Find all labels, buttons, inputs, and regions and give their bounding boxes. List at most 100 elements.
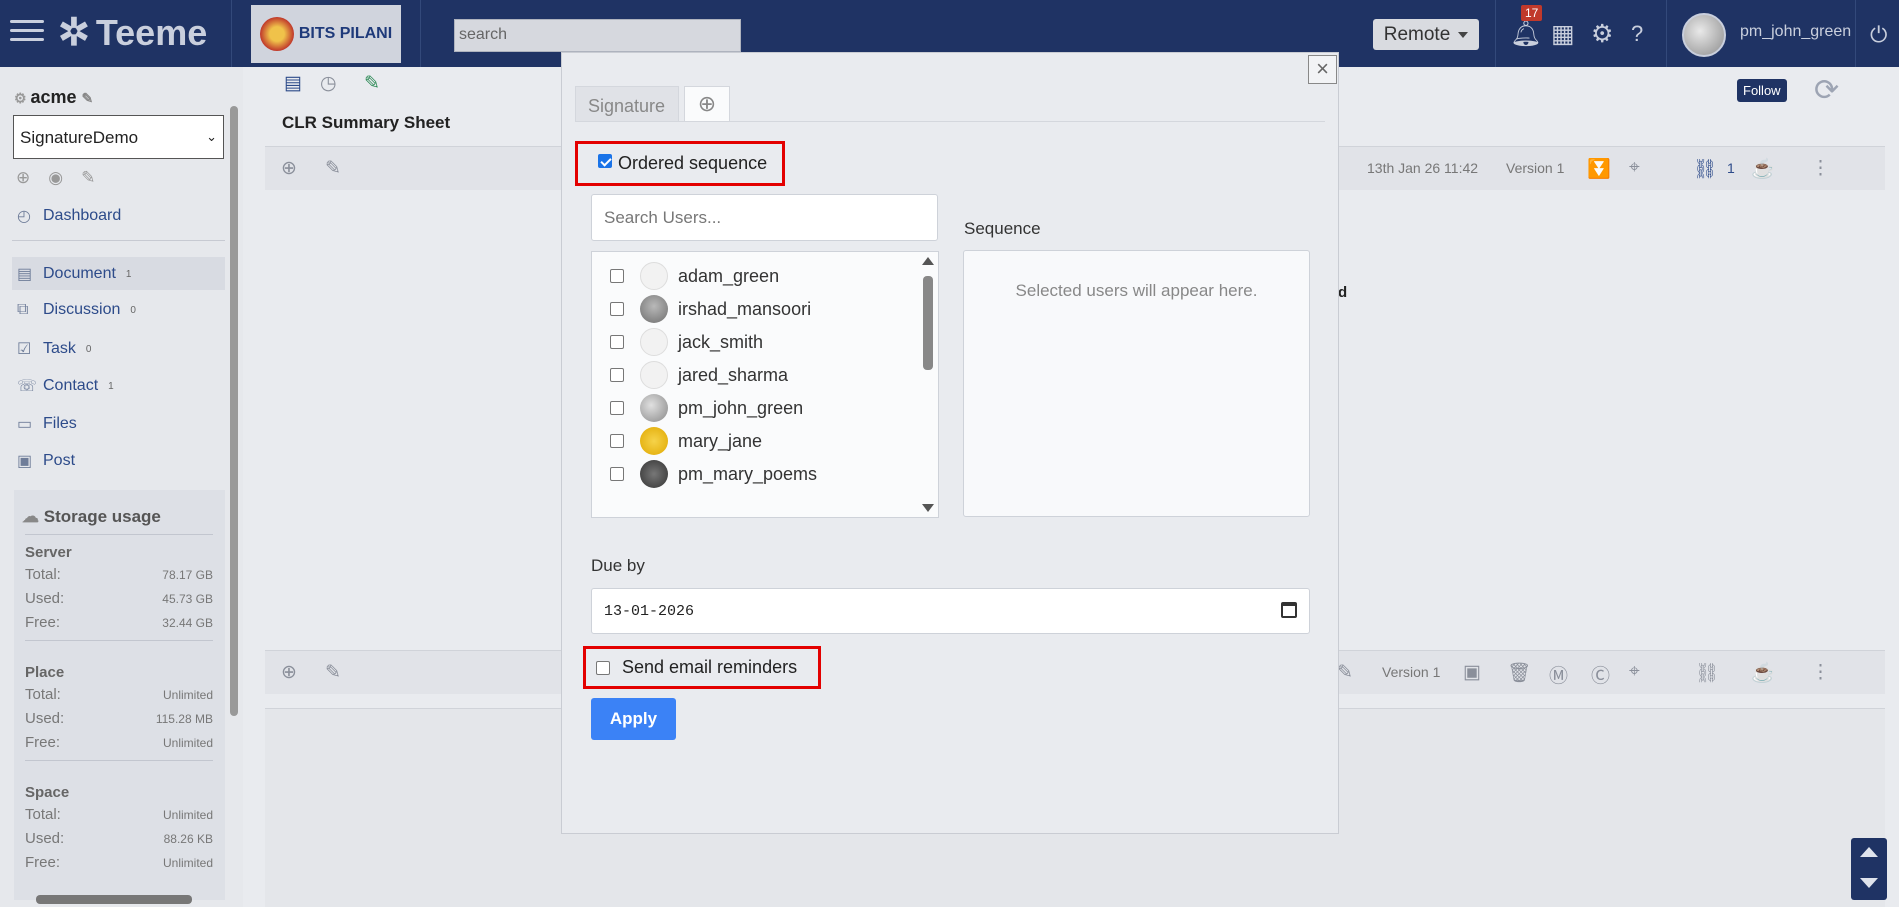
sidebar-item-label: Task bbox=[43, 340, 76, 357]
follow-button[interactable]: Follow bbox=[1737, 79, 1787, 102]
sidebar-item-document[interactable]: ▤ Document 1 bbox=[17, 264, 131, 284]
avatar[interactable] bbox=[1682, 13, 1726, 57]
link-icon[interactable]: ⛓ bbox=[1693, 157, 1717, 181]
user-checkbox[interactable] bbox=[610, 467, 624, 481]
brand-logo[interactable]: ✲ Teeme bbox=[58, 10, 207, 55]
sidebar-item-dashboard[interactable]: ◴ Dashboard bbox=[17, 206, 121, 226]
sidebar-item-label: Dashboard bbox=[43, 207, 122, 224]
add-icon[interactable]: ⊕ bbox=[16, 168, 30, 188]
user-checkbox[interactable] bbox=[610, 368, 624, 382]
sidebar-hscrollbar[interactable] bbox=[14, 893, 225, 905]
calendar-icon[interactable]: ▦ bbox=[1551, 20, 1575, 48]
sidebar-item-label: Contact bbox=[43, 377, 99, 394]
document-icon[interactable]: ▤ bbox=[284, 72, 302, 95]
location-select[interactable]: Remote bbox=[1373, 19, 1479, 50]
section-version: Version 1 bbox=[1382, 664, 1441, 680]
more-icon[interactable]: ⋮ bbox=[1811, 661, 1830, 684]
user-checkbox[interactable] bbox=[610, 269, 624, 283]
list-item: jared_sharma bbox=[610, 360, 788, 390]
link-icon[interactable]: ⛓ bbox=[1695, 661, 1719, 685]
refresh-icon[interactable]: ⟳ bbox=[1814, 73, 1839, 108]
eye-icon[interactable]: ◉ bbox=[48, 168, 63, 188]
org-badge-label: BITS PILANI bbox=[298, 25, 393, 42]
divider bbox=[25, 640, 213, 641]
help-icon[interactable]: ? bbox=[1631, 20, 1643, 48]
scroll-up-icon[interactable] bbox=[922, 257, 934, 265]
ordered-sequence-option[interactable]: Ordered sequence bbox=[575, 141, 785, 186]
username[interactable]: pm_john_green bbox=[1740, 23, 1851, 41]
power-icon[interactable]: ⏻ bbox=[1870, 22, 1887, 48]
user-list[interactable]: adam_green irshad_mansoori jack_smith ja… bbox=[591, 251, 939, 518]
c-icon[interactable]: Ⓒ bbox=[1591, 661, 1610, 688]
calendar-icon[interactable] bbox=[1281, 602, 1297, 618]
space-select[interactable]: SignatureDemo ⌄ bbox=[13, 115, 224, 159]
scroll-down-icon[interactable] bbox=[922, 504, 934, 512]
add-icon[interactable]: ⊕ bbox=[281, 661, 297, 684]
u-icon[interactable]: ▣ bbox=[1463, 661, 1481, 684]
edit-doc-icon[interactable]: ✎ bbox=[364, 72, 380, 95]
clock-icon[interactable]: ◷ bbox=[320, 72, 337, 95]
edit-doc-icon[interactable]: ✎ bbox=[1337, 661, 1353, 684]
scroll-up-icon[interactable] bbox=[1860, 847, 1878, 857]
scroll-down-icon[interactable] bbox=[1860, 878, 1878, 888]
post-icon: ▣ bbox=[17, 453, 33, 470]
collapse-icon[interactable]: ⏬ bbox=[1587, 157, 1611, 181]
ordered-sequence-checkbox[interactable] bbox=[598, 153, 612, 168]
page-scroll-control[interactable] bbox=[1851, 838, 1887, 900]
due-date-input[interactable]: 13-01-2026 bbox=[591, 588, 1310, 634]
storage-row: Free: 32.44 GB bbox=[25, 614, 213, 631]
trash-icon[interactable]: 🗑︎ bbox=[1507, 661, 1531, 685]
avatar bbox=[640, 427, 668, 455]
tab-signature[interactable]: Signature bbox=[575, 86, 679, 122]
storage-section-place: Place bbox=[25, 664, 65, 681]
more-icon[interactable]: ⋮ bbox=[1811, 157, 1830, 180]
edit-icon[interactable]: ✎ bbox=[325, 661, 341, 684]
edit-icon[interactable]: ✎ bbox=[81, 168, 95, 188]
cup-icon[interactable]: ☕ bbox=[1751, 661, 1775, 685]
storage-section-space: Space bbox=[25, 784, 70, 801]
sidebar-item-task[interactable]: ☑ Task 0 bbox=[17, 339, 91, 359]
sidebar-item-label: Post bbox=[43, 452, 76, 469]
m-icon[interactable]: Ⓜ bbox=[1549, 661, 1568, 688]
menu-icon[interactable] bbox=[10, 14, 44, 50]
divider bbox=[12, 240, 225, 241]
storage-row-value: Unlimited bbox=[162, 808, 213, 822]
cup-icon[interactable]: ☕ bbox=[1751, 157, 1775, 181]
scrollbar-thumb[interactable] bbox=[230, 106, 238, 716]
user-checkbox[interactable] bbox=[610, 302, 624, 316]
tag-icon[interactable]: ⌖ bbox=[1629, 661, 1640, 683]
add-icon[interactable]: ⊕ bbox=[281, 157, 297, 180]
email-reminders-option[interactable]: Send email reminders bbox=[583, 646, 821, 689]
sidebar-item-post[interactable]: ▣ Post bbox=[17, 451, 75, 471]
user-list-scrollbar[interactable] bbox=[920, 253, 936, 516]
sidebar-scrollbar[interactable] bbox=[228, 88, 240, 898]
location-select-label: Remote bbox=[1383, 23, 1451, 45]
edit-icon[interactable]: ✎ bbox=[325, 157, 341, 180]
scrollbar-thumb[interactable] bbox=[923, 276, 933, 370]
apply-button[interactable]: Apply bbox=[591, 698, 676, 740]
edit-icon[interactable]: ✎ bbox=[82, 90, 94, 106]
tag-icon[interactable]: ⌖ bbox=[1629, 157, 1640, 179]
user-search-input[interactable]: Search Users... bbox=[591, 194, 938, 241]
sequence-list[interactable]: Selected users will appear here. bbox=[963, 250, 1310, 517]
sidebar-item-discussion[interactable]: ⧉ Discussion 0 bbox=[17, 301, 136, 319]
user-checkbox[interactable] bbox=[610, 401, 624, 415]
divider bbox=[420, 0, 421, 67]
list-item: jack_smith bbox=[610, 327, 763, 357]
user-checkbox[interactable] bbox=[610, 335, 624, 349]
user-checkbox[interactable] bbox=[610, 434, 624, 448]
sidebar-item-count: 0 bbox=[130, 304, 136, 316]
storage-row-value: Unlimited bbox=[162, 856, 213, 870]
scrollbar-thumb[interactable] bbox=[36, 895, 192, 904]
user-name: jack_smith bbox=[678, 331, 764, 352]
list-item: adam_green bbox=[610, 261, 779, 291]
email-reminders-checkbox[interactable] bbox=[596, 660, 610, 675]
sidebar-item-files[interactable]: ▭ Files bbox=[17, 414, 77, 434]
org-badge[interactable]: BITS PILANI bbox=[251, 5, 401, 63]
global-search-input[interactable]: search bbox=[454, 19, 741, 52]
sidebar-item-contact[interactable]: ☏ Contact 1 bbox=[17, 376, 114, 396]
add-tab-icon[interactable]: ⊕ bbox=[684, 86, 730, 122]
bell-icon[interactable]: 🔔︎ bbox=[1510, 20, 1542, 48]
gear-icon[interactable]: ⚙ bbox=[1591, 20, 1613, 48]
close-icon[interactable]: × bbox=[1308, 55, 1337, 84]
